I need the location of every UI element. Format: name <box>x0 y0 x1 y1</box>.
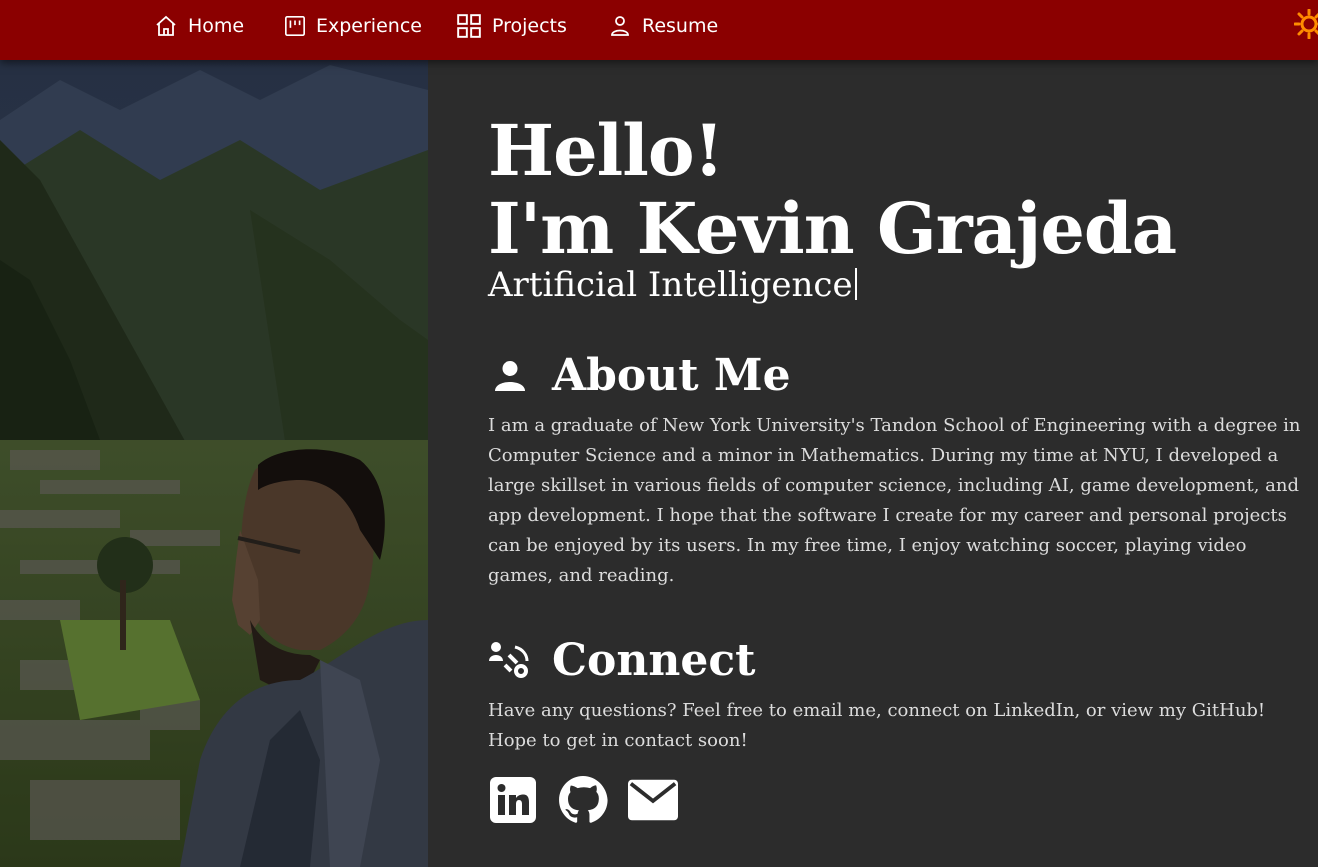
nav-home-label: Home <box>188 15 245 37</box>
connect-text: Have any questions? Feel free to email m… <box>488 700 1266 751</box>
email-icon <box>628 779 678 821</box>
about-title-text: About Me <box>552 350 791 401</box>
connect-title: Connect <box>488 633 755 689</box>
social-links <box>488 774 678 826</box>
nav-resume[interactable]: Resume <box>608 0 718 52</box>
about-text: I am a graduate of New York University's… <box>488 415 1301 586</box>
person-icon <box>611 16 629 36</box>
typed-role-text: Artificial Intelligence <box>488 265 853 305</box>
nav-experience-label: Experience <box>316 15 422 37</box>
theme-toggle[interactable] <box>1293 8 1318 40</box>
hero-line2: I'm Kevin Grajeda <box>488 187 1177 270</box>
linkedin-link[interactable] <box>488 774 538 826</box>
nav-resume-label: Resume <box>642 15 719 37</box>
nav-experience[interactable]: Experience <box>284 0 422 52</box>
grid-icon <box>457 14 481 38</box>
profile-photo <box>0 60 428 867</box>
connect-title-text: Connect <box>552 635 756 686</box>
typing-cursor <box>854 268 857 300</box>
hero-heading: Hello! I'm Kevin Grajeda <box>488 109 1177 270</box>
home-icon <box>156 15 176 36</box>
connect-icon <box>488 639 532 683</box>
sun-icon <box>1293 8 1318 40</box>
email-link[interactable] <box>628 774 678 826</box>
navbar: Home Experience Projects Resume <box>0 0 1318 60</box>
typed-role: Artificial Intelligence <box>488 262 857 308</box>
linkedin-icon <box>490 777 536 823</box>
nav-home[interactable]: Home <box>154 0 244 52</box>
kanban-icon <box>285 16 305 36</box>
nav-projects[interactable]: Projects <box>456 0 567 52</box>
about-title: About Me <box>488 348 791 404</box>
nav-projects-label: Projects <box>492 15 567 37</box>
github-icon <box>559 776 608 823</box>
github-link[interactable] <box>558 774 608 826</box>
person-icon <box>488 354 532 398</box>
hero-line1: Hello! <box>488 109 724 192</box>
